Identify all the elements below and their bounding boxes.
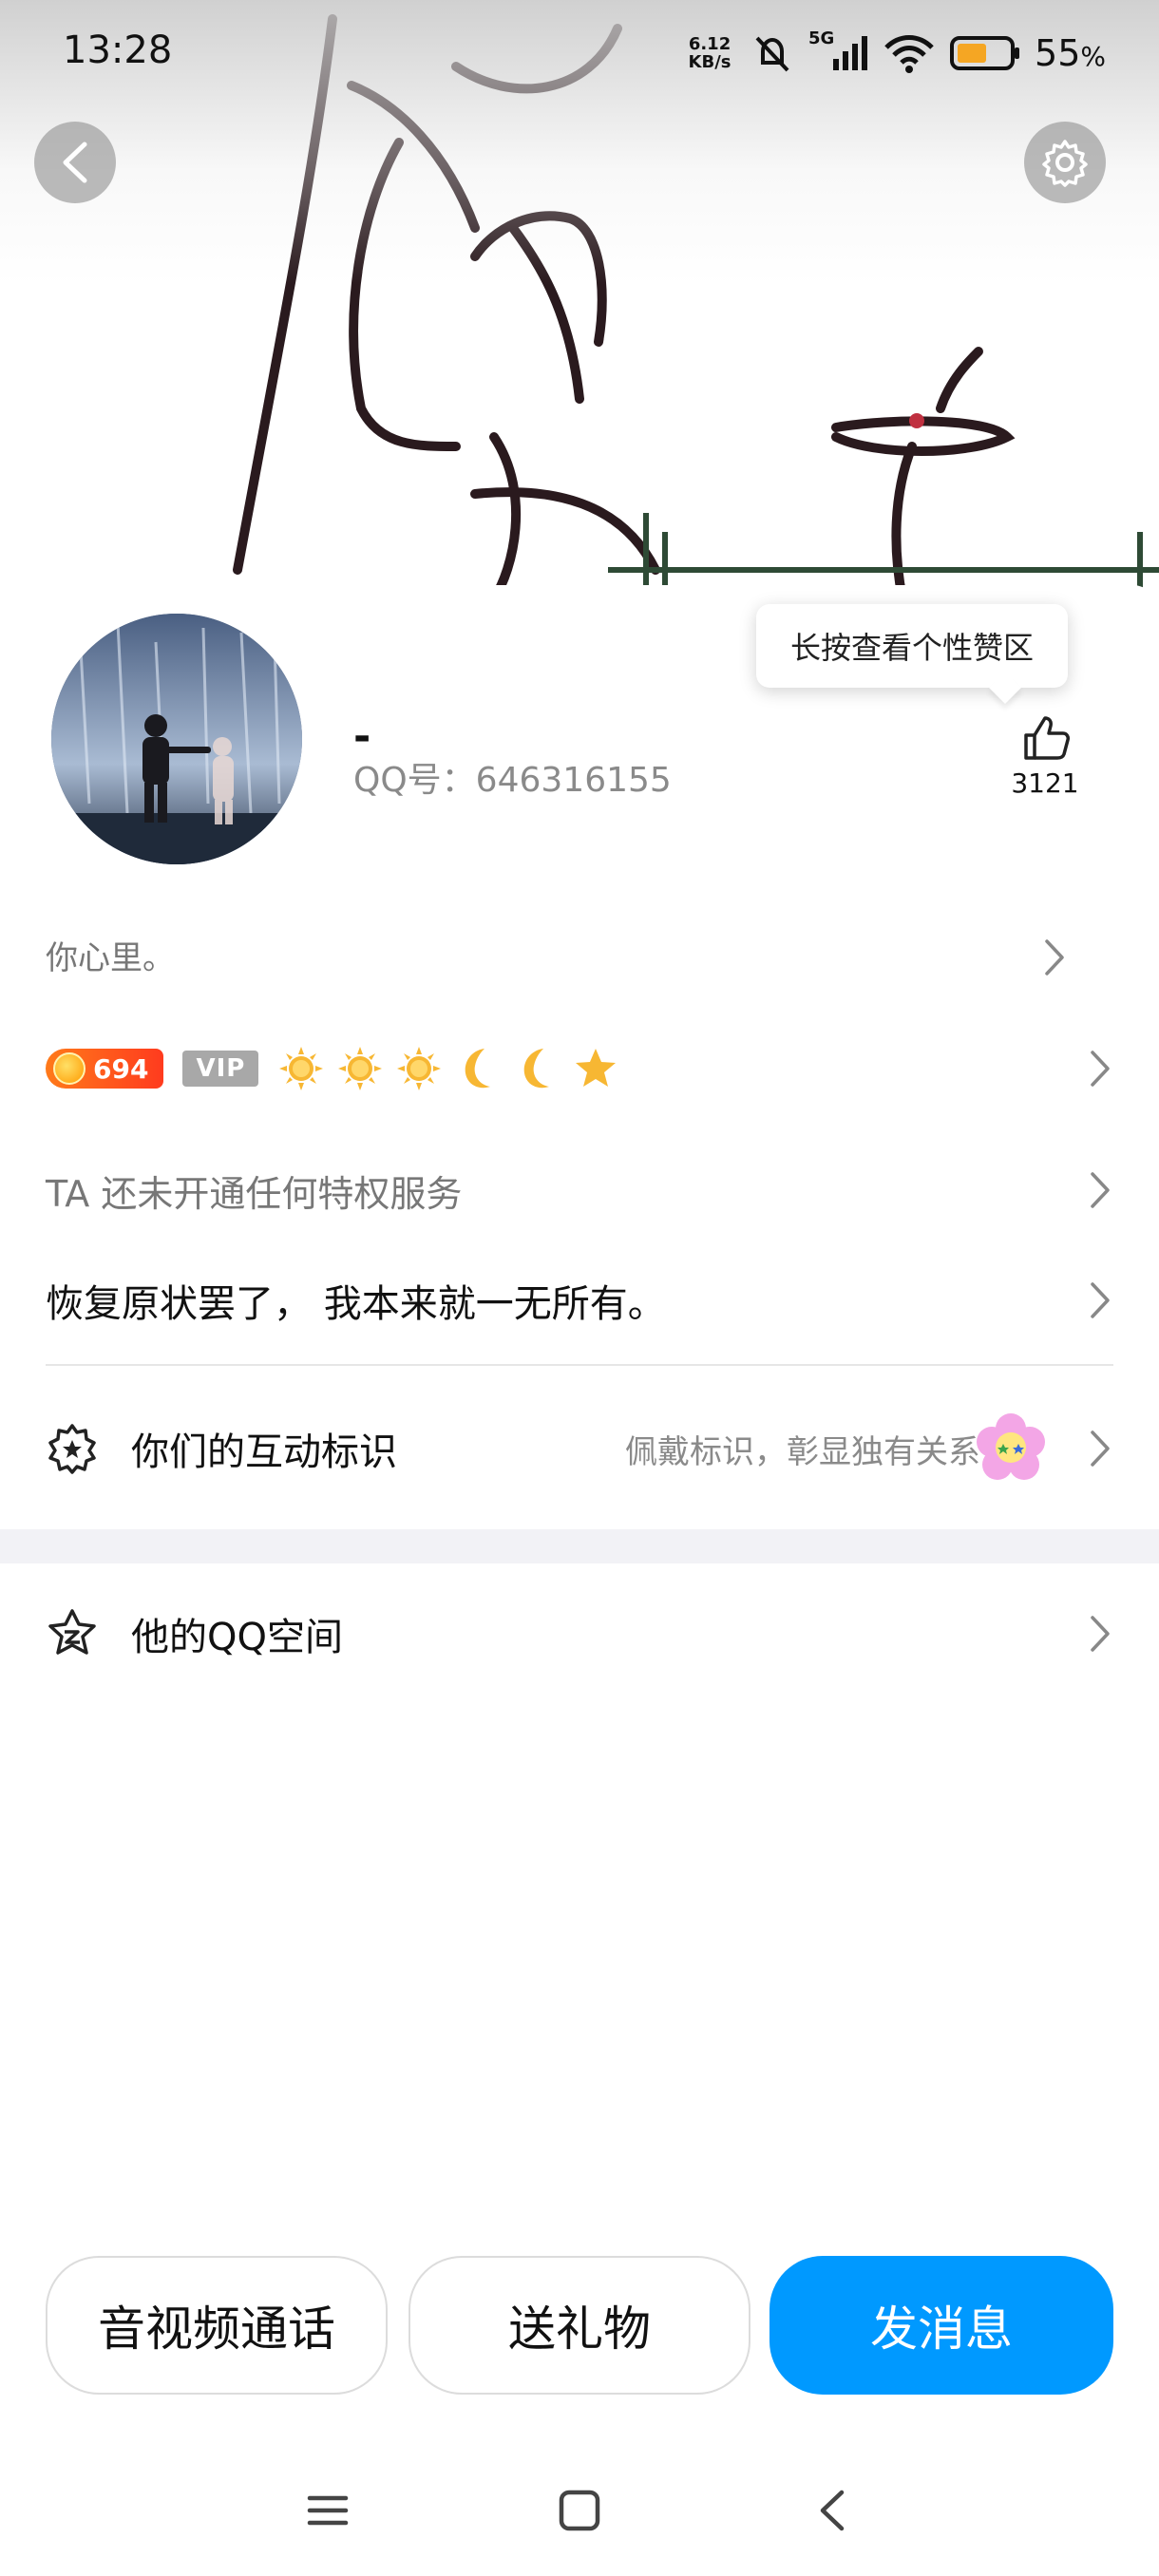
motto-text: 恢复原状罢了， 我本来就一无所有。 bbox=[46, 1282, 666, 1326]
system-nav-bar bbox=[0, 2451, 1159, 2565]
interaction-hint: 佩戴标识，彰显独有关系 bbox=[625, 1432, 980, 1471]
chevron-right-icon bbox=[1091, 1282, 1110, 1318]
battery-icon bbox=[950, 36, 1020, 70]
coin-icon bbox=[53, 1052, 86, 1085]
chevron-left-icon bbox=[63, 142, 87, 183]
level-row[interactable]: 694 VIP bbox=[46, 1037, 1113, 1100]
qzone-row[interactable]: 他的QQ空间 bbox=[46, 1601, 1113, 1667]
back-triangle-icon[interactable] bbox=[809, 2487, 857, 2534]
avatar[interactable] bbox=[46, 608, 308, 870]
avatar-image bbox=[51, 614, 302, 864]
qzone-star-icon bbox=[48, 1609, 96, 1655]
interaction-badge-row[interactable]: 你们的互动标识 佩戴标识，彰显独有关系 bbox=[46, 1413, 1113, 1482]
battery-percentage: 55% bbox=[1035, 32, 1106, 74]
flower-badge-icon bbox=[977, 1413, 1045, 1480]
wifi-icon bbox=[884, 35, 934, 73]
level-badge: 694 bbox=[46, 1049, 164, 1089]
battery-unit: % bbox=[1080, 41, 1106, 72]
chevron-right-icon bbox=[1091, 1172, 1110, 1208]
qq-number[interactable]: QQ号：646316155 bbox=[353, 752, 672, 802]
like-count[interactable]: 3121 bbox=[998, 767, 1092, 799]
gear-icon bbox=[1042, 140, 1088, 187]
moon-icon bbox=[524, 1049, 550, 1089]
divider bbox=[46, 1364, 1113, 1366]
privilege-text: TA 还未开通任何特权服务 bbox=[46, 1172, 463, 1215]
section-separator bbox=[0, 1529, 1159, 1563]
send-message-button[interactable]: 发消息 bbox=[770, 2256, 1113, 2395]
silent-bell-icon bbox=[755, 36, 789, 72]
status-icons: 6.12 KB/s 5G 55% bbox=[683, 27, 1106, 80]
badge-star-icon bbox=[48, 1424, 96, 1474]
sun-icon bbox=[338, 1047, 383, 1090]
status-time: 13:28 bbox=[63, 28, 173, 72]
thumbs-up-icon[interactable] bbox=[1020, 712, 1072, 764]
motto-row[interactable]: 恢复原状罢了， 我本来就一无所有。 bbox=[46, 1269, 1113, 1332]
chevron-right-icon bbox=[1091, 1616, 1110, 1652]
moon-icon bbox=[466, 1049, 491, 1089]
signature-row[interactable]: 你心里。 bbox=[46, 926, 1113, 983]
interaction-label: 你们的互动标识 bbox=[131, 1430, 397, 1474]
net-speed-value: 6.12 bbox=[688, 34, 732, 54]
like-tooltip: 长按查看个性赞区 bbox=[756, 604, 1068, 688]
send-gift-button[interactable]: 送礼物 bbox=[408, 2256, 750, 2395]
privilege-row[interactable]: TA 还未开通任何特权服务 bbox=[46, 1159, 1113, 1222]
chevron-right-icon bbox=[1045, 939, 1064, 975]
star-icon bbox=[576, 1049, 617, 1087]
vip-badge: VIP bbox=[182, 1051, 259, 1087]
chevron-right-icon bbox=[1091, 1051, 1110, 1087]
qzone-label: 他的QQ空间 bbox=[131, 1616, 343, 1659]
chevron-right-icon bbox=[1091, 1430, 1110, 1467]
video-call-button[interactable]: 音视频通话 bbox=[46, 2256, 388, 2395]
home-square-icon[interactable] bbox=[556, 2487, 603, 2534]
status-bar: 13:28 6.12 KB/s 5G 55% bbox=[0, 0, 1159, 104]
network-speed: 6.12 KB/s bbox=[683, 35, 736, 71]
sun-icon bbox=[397, 1047, 442, 1090]
level-icons bbox=[277, 1045, 619, 1092]
settings-button[interactable] bbox=[1024, 122, 1106, 203]
back-button[interactable] bbox=[34, 122, 116, 203]
battery-value: 55 bbox=[1035, 32, 1081, 74]
sun-icon bbox=[279, 1047, 324, 1090]
level-number: 694 bbox=[93, 1052, 149, 1085]
cellular-signal-icon: 5G bbox=[808, 28, 869, 76]
menu-icon[interactable] bbox=[304, 2487, 352, 2534]
net-speed-unit: KB/s bbox=[688, 52, 732, 72]
signature-text: 你心里。 bbox=[46, 938, 175, 977]
